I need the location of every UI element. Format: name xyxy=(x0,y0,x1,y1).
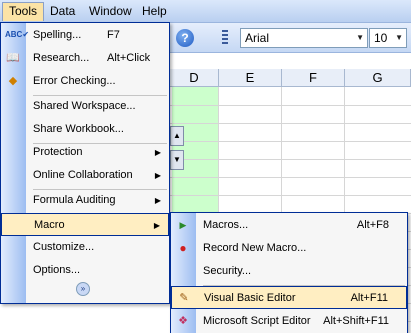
menu-item-label: Shared Workspace... xyxy=(33,100,136,112)
menu-item-label: Visual Basic Editor xyxy=(204,292,296,304)
menu-item-shortcut: Alt+Shift+F11 xyxy=(323,315,389,327)
macro-submenu: ▶ Macros... Alt+F8 ● Record New Macro...… xyxy=(170,212,408,333)
menu-item-label: Online Collaboration xyxy=(33,169,133,181)
chevron-right-icon: ▶ xyxy=(154,171,161,180)
toolbar-grip-handle[interactable] xyxy=(222,30,228,46)
font-name-value: Arial xyxy=(245,31,270,45)
record-icon: ● xyxy=(179,241,187,255)
menu-item-visual-basic-editor[interactable]: ✎ Visual Basic Editor Alt+F11 xyxy=(171,286,407,309)
menu-item-label: Spelling... xyxy=(33,29,82,41)
grid-line xyxy=(170,141,411,142)
menu-item-shortcut: Alt+F8 xyxy=(356,219,389,231)
font-name-select[interactable]: Arial ▼ xyxy=(240,28,368,48)
menu-item-online-collaboration[interactable]: Online Collaboration ▶ xyxy=(1,164,169,187)
grid-line xyxy=(170,159,411,160)
menu-item-shortcut: Alt+F11 xyxy=(350,292,388,304)
menu-item-macros[interactable]: ▶ Macros... Alt+F8 xyxy=(171,214,407,237)
menu-item-customize[interactable]: Customize... xyxy=(1,236,169,259)
grid-line xyxy=(170,123,411,124)
menu-item-spelling[interactable]: ABC✔ Spelling... F7 xyxy=(1,24,169,47)
vb-editor-icon: ✎ xyxy=(179,292,189,304)
menu-item-shared-workspace[interactable]: Shared Workspace... xyxy=(1,95,169,118)
font-size-value: 10 xyxy=(374,31,388,45)
menu-item-label: Security... xyxy=(203,265,252,277)
chevron-right-icon: ▶ xyxy=(154,148,161,157)
chevron-down-icon[interactable]: ▼ xyxy=(356,29,364,47)
menu-bar: Tools Data Window Help xyxy=(0,0,411,23)
scroll-up-button[interactable]: ▲ xyxy=(170,126,184,146)
menu-item-microsoft-script-editor[interactable]: ❖ Microsoft Script Editor Alt+Shift+F11 xyxy=(171,310,407,333)
menu-item-research[interactable]: 📖 Research... Alt+Click xyxy=(1,47,169,70)
menu-item-label: Share Workbook... xyxy=(33,123,124,135)
menu-item-macro[interactable]: Macro ▶ xyxy=(1,213,169,236)
menu-item-shortcut: Alt+Click xyxy=(107,52,151,64)
menu-item-label: Research... xyxy=(33,52,90,64)
menu-item-label: Macro xyxy=(34,219,65,231)
spelling-icon: ABC✔ xyxy=(5,30,30,39)
menu-item-label: Protection xyxy=(33,146,83,158)
menu-item-label: Options... xyxy=(33,264,81,276)
grid-line xyxy=(170,105,411,106)
error-checking-icon: ◆ xyxy=(8,75,18,87)
expand-menu-icon[interactable]: » xyxy=(76,282,90,296)
menu-item-label: Error Checking... xyxy=(33,75,116,87)
script-editor-icon: ❖ xyxy=(178,315,188,327)
tools-menu: ABC✔ Spelling... F7 📖 Research... Alt+Cl… xyxy=(0,22,170,304)
chevron-right-icon: ▶ xyxy=(154,196,161,205)
help-icon[interactable]: ? xyxy=(176,29,194,47)
menu-item-formula-auditing[interactable]: Formula Auditing ▶ xyxy=(1,189,169,212)
column-header-d[interactable]: D xyxy=(170,69,219,87)
grid-line xyxy=(170,177,411,178)
column-header-e[interactable]: E xyxy=(219,69,282,87)
menu-help[interactable]: Help xyxy=(136,2,173,21)
menu-item-shortcut: F7 xyxy=(107,29,120,41)
font-size-select[interactable]: 10 ▼ xyxy=(369,28,407,48)
menu-item-label: Formula Auditing xyxy=(33,194,116,206)
menu-item-options[interactable]: Options... xyxy=(1,259,169,282)
play-icon: ▶ xyxy=(179,220,187,230)
menu-window[interactable]: Window xyxy=(83,2,138,21)
menu-tools[interactable]: Tools xyxy=(2,2,45,21)
menu-item-label: Customize... xyxy=(33,241,95,253)
menu-data[interactable]: Data xyxy=(44,2,81,21)
grid-line xyxy=(170,195,411,196)
research-icon: 📖 xyxy=(6,52,20,64)
scroll-down-button[interactable]: ▼ xyxy=(170,150,184,170)
column-header-f[interactable]: F xyxy=(282,69,345,87)
menu-item-label: Record New Macro... xyxy=(203,242,307,254)
menu-item-share-workbook[interactable]: Share Workbook... xyxy=(1,118,169,141)
menu-item-security[interactable]: Security... xyxy=(171,260,407,283)
menu-item-label: Microsoft Script Editor xyxy=(203,315,311,327)
menu-item-protection[interactable]: Protection ▶ xyxy=(1,141,169,164)
menu-item-label: Macros... xyxy=(203,219,249,231)
menu-item-error-checking[interactable]: ◆ Error Checking... xyxy=(1,70,169,93)
chevron-right-icon: ▶ xyxy=(153,221,160,230)
menu-item-record-new-macro[interactable]: ● Record New Macro... xyxy=(171,237,407,260)
chevron-down-icon[interactable]: ▼ xyxy=(395,29,403,47)
column-header-g[interactable]: G xyxy=(345,69,411,87)
